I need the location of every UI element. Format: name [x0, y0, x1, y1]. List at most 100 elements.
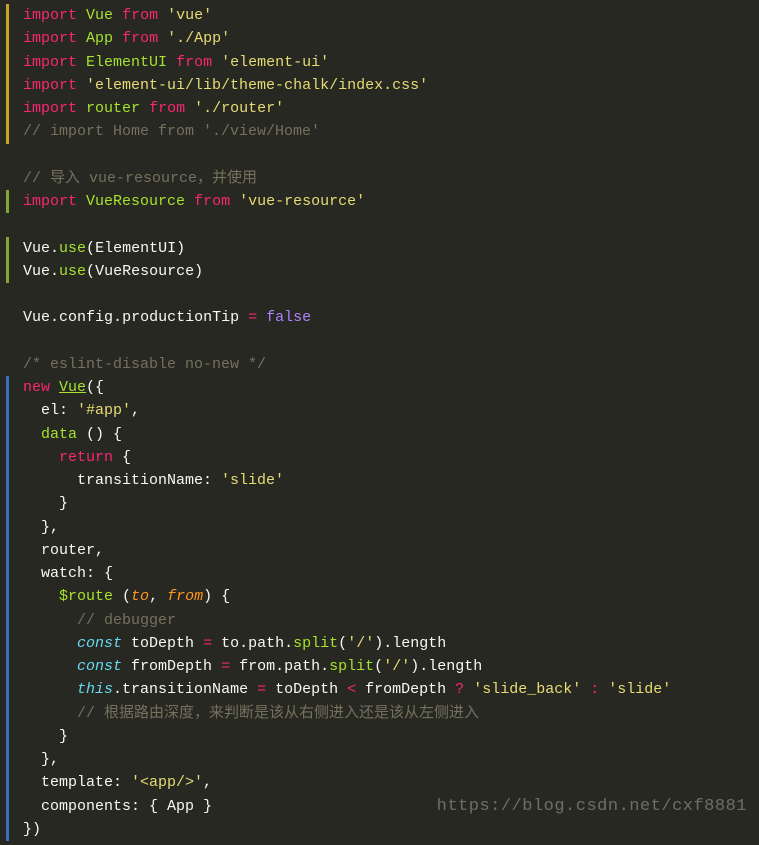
code-token [185, 193, 194, 210]
code-token: : [113, 774, 131, 791]
code-token: = [248, 309, 257, 326]
code-token: : { [86, 565, 113, 582]
code-token: VueResource [86, 193, 185, 210]
code-editor: import Vue from 'vue'import App from './… [0, 0, 759, 845]
code-token: . [113, 309, 122, 326]
code-token: 'slide_back' [473, 681, 581, 698]
code-line: }, [6, 516, 755, 539]
code-token [23, 635, 77, 652]
code-token: toDepth [266, 681, 347, 698]
code-token: . [50, 309, 59, 326]
code-token: . [239, 635, 248, 652]
code-line: return { [6, 446, 755, 469]
code-token: ) [374, 635, 383, 652]
code-token: () { [77, 426, 122, 443]
code-token: fromDepth [131, 658, 212, 675]
code-token: from [149, 100, 185, 117]
code-token [167, 54, 176, 71]
code-token: path [248, 635, 284, 652]
code-token: transitionName [122, 681, 248, 698]
code-token [23, 705, 77, 722]
code-token: return [59, 449, 113, 466]
code-token: path [284, 658, 320, 675]
code-token [113, 7, 122, 24]
code-token: < [347, 681, 356, 698]
code-token: ( [86, 263, 95, 280]
code-token: = [257, 681, 266, 698]
code-token [50, 379, 59, 396]
code-token [230, 193, 239, 210]
code-token [77, 100, 86, 117]
code-line [6, 144, 755, 167]
code-token: length [392, 635, 446, 652]
code-line: // import Home from './view/Home' [6, 120, 755, 143]
code-token: template [23, 774, 113, 791]
code-token: false [266, 309, 311, 326]
code-token: , [203, 774, 212, 791]
code-token: ) [194, 263, 203, 280]
code-token: . [383, 635, 392, 652]
code-token [599, 681, 608, 698]
code-token: router, [23, 542, 104, 559]
code-token: . [275, 658, 284, 675]
code-line: }) [6, 818, 755, 841]
code-token [77, 7, 86, 24]
code-token [581, 681, 590, 698]
code-token: = [203, 635, 212, 652]
code-token: . [113, 681, 122, 698]
code-token [257, 309, 266, 326]
code-token: ( [338, 635, 347, 652]
code-token [212, 54, 221, 71]
code-token [23, 588, 59, 605]
code-token: from [176, 54, 212, 71]
code-token [122, 658, 131, 675]
code-token [122, 635, 131, 652]
code-token: ElementUI [86, 54, 167, 71]
code-line: // debugger [6, 609, 755, 632]
code-token [23, 658, 77, 675]
code-token: productionTip [122, 309, 239, 326]
code-line: import VueResource from 'vue-resource' [6, 190, 755, 213]
code-line: import App from './App' [6, 27, 755, 50]
code-token: 'slide' [221, 472, 284, 489]
code-token: ({ [86, 379, 104, 396]
code-line: Vue.config.productionTip = false [6, 306, 755, 329]
code-token: from [230, 658, 275, 675]
code-line: Vue.use(VueResource) [6, 260, 755, 283]
code-token: '/' [383, 658, 410, 675]
code-token: App [86, 30, 113, 47]
code-token: Vue [86, 7, 113, 24]
code-token [248, 681, 257, 698]
code-token: Vue [59, 379, 86, 396]
code-token: toDepth [131, 635, 194, 652]
code-token: fromDepth [356, 681, 455, 698]
code-token [23, 286, 32, 303]
code-token: split [329, 658, 374, 675]
code-token: import [23, 193, 77, 210]
code-line: const toDepth = to.path.split('/').lengt… [6, 632, 755, 655]
code-line: new Vue({ [6, 376, 755, 399]
code-token: to [212, 635, 239, 652]
code-token: , [149, 588, 167, 605]
code-token: Vue [23, 309, 50, 326]
code-line: } [6, 492, 755, 515]
code-token: ( [86, 240, 95, 257]
code-token: ) [176, 240, 185, 257]
code-line: this.transitionName = toDepth < fromDept… [6, 678, 755, 701]
code-token: }, [23, 519, 59, 536]
code-token: . [284, 635, 293, 652]
code-token: to [131, 588, 149, 605]
code-token: this [77, 681, 113, 698]
code-line: el: '#app', [6, 399, 755, 422]
code-token: ? [455, 681, 464, 698]
code-token: router [86, 100, 140, 117]
code-token [23, 426, 41, 443]
code-token: Vue [23, 240, 50, 257]
code-token: : [59, 402, 77, 419]
code-token: // import Home from './view/Home' [23, 123, 320, 140]
code-token [239, 309, 248, 326]
code-line: watch: { [6, 562, 755, 585]
code-token: // 导入 vue-resource，并使用 [23, 170, 257, 187]
code-token: 'vue-resource' [239, 193, 365, 210]
code-token: } [23, 728, 68, 745]
